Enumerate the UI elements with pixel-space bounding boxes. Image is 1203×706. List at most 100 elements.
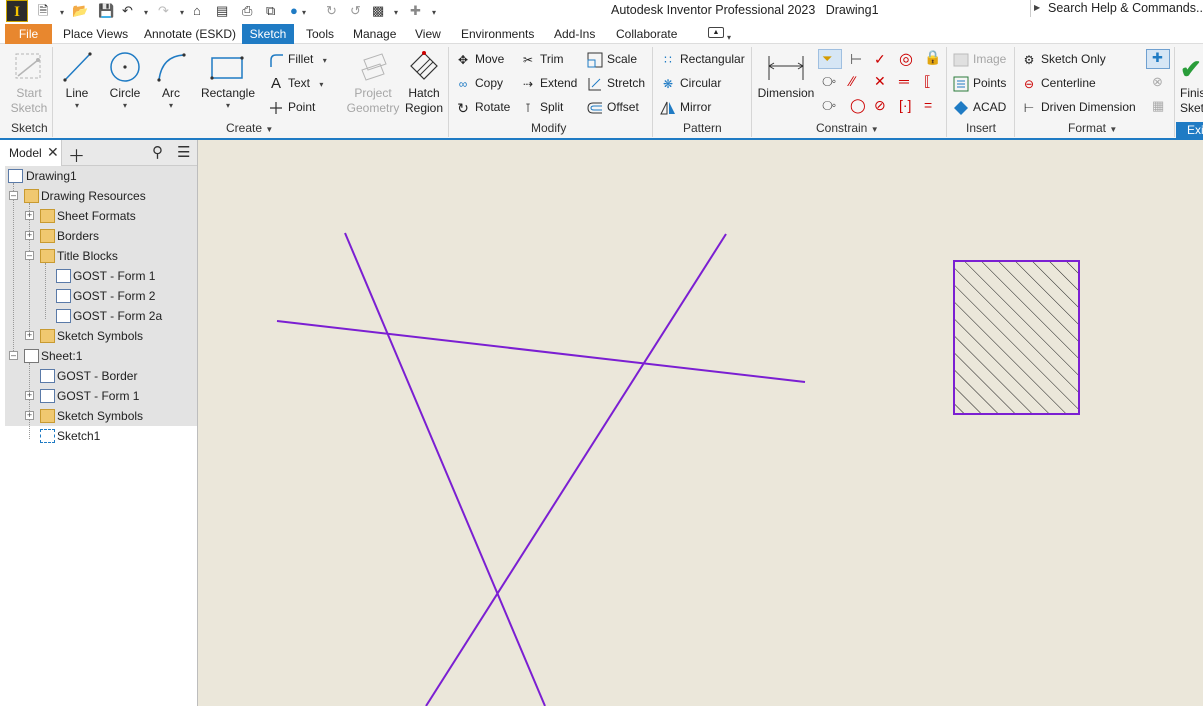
concentric-icon[interactable]: ◎ [899, 49, 913, 69]
undo-icon[interactable]: ↶ [122, 2, 133, 20]
menu-icon[interactable]: ☰ [177, 143, 190, 161]
copy-button[interactable]: ∞ Copy [455, 73, 503, 93]
search-expand-icon[interactable]: ▶ [1034, 3, 1040, 12]
add-browser-icon[interactable]: ＋ [68, 142, 85, 167]
panel-label-format[interactable]: Format ▼ [1068, 121, 1117, 135]
stretch-button[interactable]: Stretch [587, 73, 645, 93]
save-icon[interactable]: 💾 [98, 2, 114, 20]
image-button[interactable]: Image [953, 49, 1006, 69]
rectangle-dropdown-icon[interactable]: ▾ [199, 101, 257, 110]
text-dropdown-icon[interactable]: ▾ [319, 80, 323, 89]
circle-dropdown-icon[interactable]: ▾ [106, 101, 144, 110]
smooth-icon[interactable]: ⊘ [874, 97, 886, 114]
format-dropdown-icon[interactable]: ▼ [1109, 125, 1117, 134]
point-button[interactable]: Point [268, 97, 315, 117]
expand-icon[interactable]: + [25, 411, 34, 420]
collapse-icon[interactable]: – [9, 351, 18, 360]
panel-label-constrain[interactable]: Constrain ▼ [816, 121, 879, 135]
center-point-icon[interactable]: ⊗ [1152, 74, 1163, 90]
relax-mode-icon[interactable]: ⧂ [822, 97, 836, 114]
offset-button[interactable]: Offset [587, 97, 639, 117]
collinear-icon[interactable]: ✕ [874, 73, 886, 90]
graphics-canvas[interactable] [198, 140, 1203, 706]
browser-tab-model[interactable]: Model ✕ [5, 140, 62, 166]
print-icon[interactable]: ⎙ [242, 2, 252, 20]
undo-dropdown-icon[interactable]: ▾ [144, 4, 148, 22]
measure-icon[interactable]: ↻ [326, 2, 337, 20]
text-button[interactable]: A Text ▾ [268, 73, 323, 93]
fillet-button[interactable]: Fillet ▾ [268, 49, 327, 69]
collapse-icon[interactable]: – [9, 191, 18, 200]
tab-tools[interactable]: Tools [306, 25, 334, 44]
fix-icon[interactable]: 🔒 [924, 49, 941, 66]
coincident-icon[interactable]: ✓ [874, 51, 886, 68]
hatch-region-button[interactable]: Hatch Region [402, 48, 446, 118]
trim-button[interactable]: ✂ Trim [520, 49, 564, 69]
redo-icon[interactable]: ↷ [158, 2, 169, 20]
appearance-icon[interactable]: ● [290, 2, 298, 20]
create-dropdown-icon[interactable]: ▼ [265, 125, 273, 134]
tab-sketch[interactable]: Sketch [242, 24, 294, 44]
ribbon-display-icon[interactable]: ▲ [708, 27, 724, 38]
tangent-icon[interactable]: ◯ [850, 97, 866, 114]
search-input[interactable]: Search Help & Commands... [1048, 1, 1203, 15]
circular-pattern-button[interactable]: ❋ Circular [660, 73, 721, 93]
app-logo[interactable]: I [6, 0, 28, 22]
dimension-button[interactable]: Dimension [756, 48, 816, 118]
tab-file[interactable]: File [5, 24, 52, 44]
arc-button[interactable]: Arc ▾ [153, 48, 189, 118]
expand-icon[interactable]: + [25, 331, 34, 340]
rectangle-button[interactable]: Rectangle ▾ [199, 48, 257, 118]
open-icon[interactable]: 📂 [72, 2, 88, 20]
arc-dropdown-icon[interactable]: ▾ [153, 101, 189, 110]
split-button[interactable]: ⊺ Split [520, 97, 563, 117]
sketch-line[interactable] [425, 233, 727, 706]
move-button[interactable]: ✥ Move [455, 49, 504, 69]
copy-view-icon[interactable]: ⧉ [266, 2, 275, 20]
project-geometry-button[interactable]: Project Geometry [345, 48, 401, 118]
export-dropdown-icon[interactable]: ▾ [394, 4, 398, 22]
rotate-button[interactable]: ↻ Rotate [455, 97, 510, 117]
search-icon[interactable]: ⚲ [152, 143, 163, 161]
plus-icon[interactable]: ✚ [410, 2, 421, 20]
show-format-icon[interactable]: ▦ [1152, 98, 1164, 114]
new-file-icon[interactable]: 🗎 [38, 2, 48, 20]
mirror-button[interactable]: Mirror [660, 97, 711, 117]
line-button[interactable]: Line ▾ [58, 48, 96, 118]
tab-place-views[interactable]: Place Views [63, 25, 128, 44]
export-icon[interactable]: ▩ [372, 2, 384, 20]
new-dropdown-icon[interactable]: ▾ [60, 4, 64, 22]
start-sketch-button[interactable]: Start Sketch [8, 48, 50, 118]
expand-icon[interactable]: + [25, 231, 34, 240]
acad-button[interactable]: ACAD [953, 97, 1006, 117]
fillet-dropdown-icon[interactable]: ▾ [323, 56, 327, 65]
close-icon[interactable]: ✕ [47, 144, 59, 161]
driven-dimension-button[interactable]: ⊢ Driven Dimension [1021, 97, 1136, 117]
sketch-only-button[interactable]: ⚙ Sketch Only [1021, 49, 1106, 69]
points-button[interactable]: Points [953, 73, 1006, 93]
horizontal-icon[interactable]: ═ [899, 73, 909, 89]
tab-manage[interactable]: Manage [353, 25, 396, 44]
tab-environments[interactable]: Environments [461, 25, 534, 44]
update-icon[interactable]: ↺ [350, 2, 361, 20]
home-icon[interactable]: ⌂ [193, 2, 201, 20]
redo-dropdown-icon[interactable]: ▾ [180, 4, 184, 22]
panel-label-create[interactable]: Create ▼ [226, 121, 273, 135]
tab-annotate[interactable]: Annotate (ESKD) [144, 25, 236, 44]
expand-icon[interactable]: + [25, 391, 34, 400]
hatched-rectangle[interactable] [953, 260, 1080, 415]
equal-icon[interactable]: = [924, 97, 932, 113]
appearance-dropdown-icon[interactable]: ▾ [302, 4, 306, 22]
symmetric-icon[interactable]: [·] [899, 97, 911, 113]
tab-view[interactable]: View [415, 25, 441, 44]
extend-button[interactable]: ⇢ Extend [520, 73, 577, 93]
rectangular-pattern-button[interactable]: ∷ Rectangular [660, 49, 745, 69]
line-dropdown-icon[interactable]: ▾ [58, 101, 96, 110]
tab-collaborate[interactable]: Collaborate [616, 25, 677, 44]
parallel-icon[interactable]: ∕∕ [850, 73, 855, 89]
customize-dropdown-icon[interactable]: ▾ [432, 4, 436, 22]
sketch-line[interactable] [276, 320, 806, 383]
scale-button[interactable]: Scale [587, 49, 637, 69]
collapse-icon[interactable]: – [25, 251, 34, 260]
circle-button[interactable]: Circle ▾ [106, 48, 144, 118]
